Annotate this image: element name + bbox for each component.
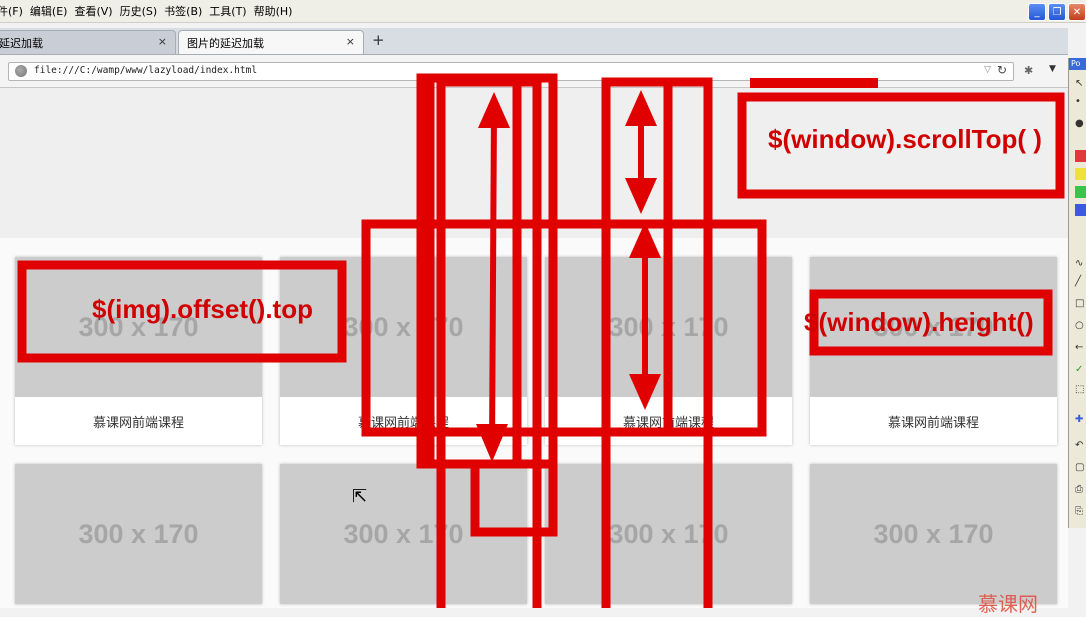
placeholder-image: 300 x 170 [545,257,792,397]
close-tab-icon[interactable]: × [346,35,355,48]
restore-icon[interactable]: ❐ [1048,3,1066,21]
plus-tool-icon[interactable]: ✚ [1075,414,1083,425]
curve-tool-icon[interactable]: ∿ [1075,258,1083,269]
card-caption: 慕课网前端课程 [887,415,979,431]
course-card[interactable]: 300 x 170 [15,464,262,604]
minimize-icon[interactable]: _ [1028,3,1046,21]
card-caption: 慕课网前端课程 [622,415,714,431]
scrolltop-annotation: $(window).scrollTop( ) [768,124,1042,154]
tab-label: 延迟加载 [0,36,43,50]
tab-strip: 延迟加载 × 图片的延迟加载 × + [0,28,1068,55]
window-controls: _ ❐ ✕ [1028,3,1086,21]
course-card[interactable]: 300 x 170 [810,464,1057,604]
placeholder-image: 300 x 170 [15,257,262,397]
menu-arrow-icon[interactable]: ▼ [1049,64,1056,74]
frame-tool-icon[interactable]: ▢ [1075,462,1084,473]
export-tool-icon[interactable]: ⎘ [1075,506,1083,517]
green-swatch-icon[interactable] [1075,186,1086,198]
ellipse-tool-icon[interactable]: ○ [1075,320,1084,331]
course-card[interactable]: 300 x 170 慕课网前端课程 [810,257,1057,445]
arrow-tool-icon[interactable]: ← [1075,342,1083,353]
course-card[interactable]: 300 x 170 [545,464,792,604]
offset-top-annotation: $(img).offset().top [92,294,313,324]
placeholder-image: 300 x 170 [280,257,527,397]
menu-bookmarks[interactable]: 书签(B) [164,3,209,19]
new-tab-button[interactable]: + [372,31,385,49]
url-text: file:///C:/wamp/www/lazyload/index.html [34,65,258,76]
menu-view[interactable]: 查看(V) [74,3,119,19]
print-tool-icon[interactable]: ⎙ [1075,484,1083,495]
line-tool-icon[interactable]: ╱ [1075,276,1081,287]
page-header-area [0,88,1068,238]
placeholder-image: 300 x 170 [280,464,527,604]
card-caption: 慕课网前端课程 [92,415,184,431]
tab-image-lazyload[interactable]: 图片的延迟加载 × [178,30,364,54]
course-card[interactable]: 300 x 170 慕课网前端课程 [15,257,262,445]
globe-icon [15,65,27,77]
tab-label: 图片的延迟加载 [187,36,264,50]
undo-tool-icon[interactable]: ↶ [1075,440,1083,451]
address-bar[interactable]: file:///C:/wamp/www/lazyload/index.html … [8,62,1014,81]
menubar: 件(F) 编辑(E) 查看(V) 历史(S) 书签(B) 工具(T) 帮助(H)… [0,0,1086,23]
drawing-palette: Po ↖ • ● ∿ ╱ □ ○ ← ✓ ⬚ ✚ ↶ ▢ ⎙ ⎘ [1068,58,1086,528]
menu-edit[interactable]: 编辑(E) [30,3,75,19]
close-tab-icon[interactable]: × [158,35,167,48]
fill-tool-icon[interactable]: ● [1075,118,1084,129]
course-card[interactable]: 300 x 170 慕课网前端课程 [545,257,792,445]
menu-help[interactable]: 帮助(H) [254,3,300,19]
card-caption: 慕课网前端课程 [357,415,449,431]
navigation-bar: file:///C:/wamp/www/lazyload/index.html … [0,55,1068,88]
menu-file[interactable]: 件(F) [0,3,30,19]
addon-icon[interactable]: ✱ [1024,64,1033,77]
mouse-cursor-icon: ⇱ [352,486,368,507]
check-tool-icon[interactable]: ✓ [1075,364,1083,375]
rectangle-tool-icon[interactable]: □ [1075,298,1084,309]
palette-title: Po [1069,58,1086,70]
dotted-rect-tool-icon[interactable]: ⬚ [1075,384,1084,395]
menu-tools[interactable]: 工具(T) [209,3,253,19]
dot-tool-icon[interactable]: • [1075,96,1081,107]
placeholder-image: 300 x 170 [545,464,792,604]
placeholder-image: 300 x 170 [15,464,262,604]
course-card[interactable]: 300 x 170 慕课网前端课程 [280,257,527,445]
course-card[interactable]: 300 x 170 [280,464,527,604]
placeholder-image: 300 x 170 [810,464,1057,604]
red-swatch-icon[interactable] [1075,150,1086,162]
window-height-annotation: $(window).height() [804,307,1034,337]
corner-logo: 慕课网 [978,592,1038,616]
reload-icon[interactable]: ↻ [997,63,1007,77]
menu-history[interactable]: 历史(S) [120,3,165,19]
blue-swatch-icon[interactable] [1075,204,1086,216]
history-dropdown-icon[interactable]: ▽ [984,65,991,75]
close-window-icon[interactable]: ✕ [1068,3,1086,21]
tab-lazyload[interactable]: 延迟加载 × [0,30,176,54]
select-tool-icon[interactable]: ↖ [1075,78,1083,89]
yellow-swatch-icon[interactable] [1075,168,1086,180]
